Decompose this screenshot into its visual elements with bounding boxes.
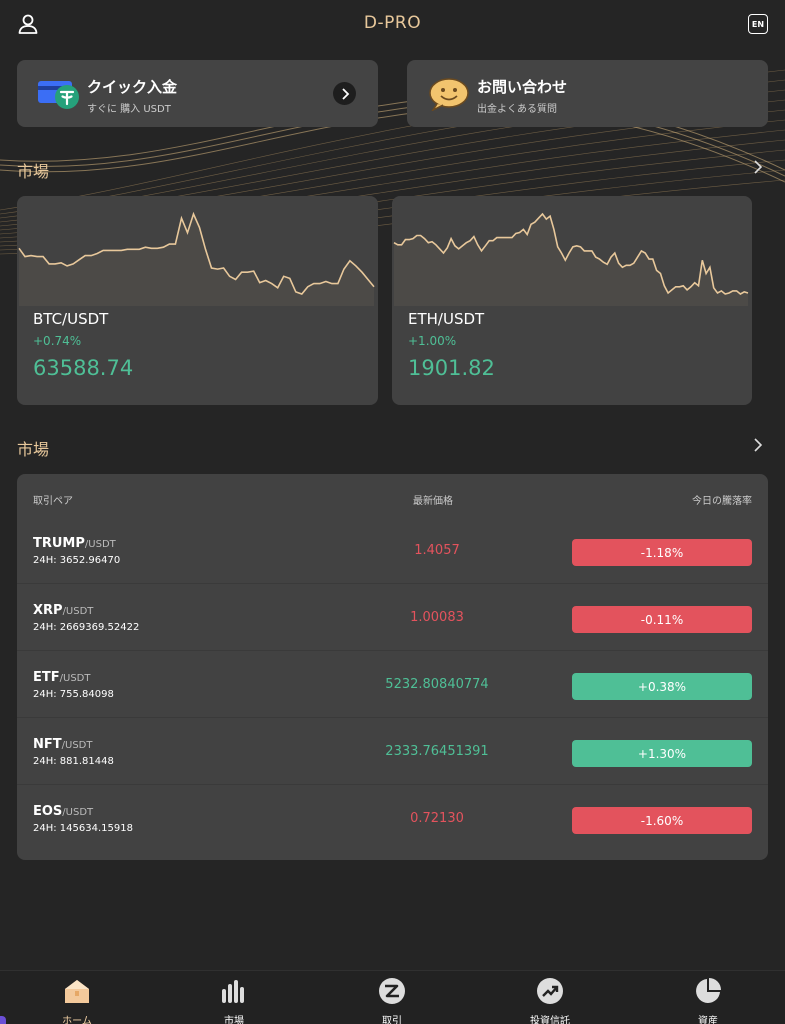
contact-subtitle: 出金よくある質問 bbox=[477, 104, 557, 115]
chat-smile-icon bbox=[429, 78, 469, 111]
trade-icon bbox=[379, 978, 405, 1004]
nav-fund[interactable]: 投資信託 bbox=[505, 977, 595, 1024]
bar-chart-icon bbox=[222, 980, 244, 1003]
change-badge: -1.60% bbox=[572, 807, 752, 834]
header-pair: 取引ペア bbox=[33, 496, 73, 507]
eth-sparkline bbox=[393, 212, 749, 306]
nav-market[interactable]: 市場 bbox=[189, 977, 279, 1024]
nav-trade[interactable]: 取引 bbox=[347, 977, 437, 1024]
nav-label: 投資信託 bbox=[530, 1016, 570, 1024]
pair-change: +0.74% bbox=[33, 334, 82, 348]
pair-name: ETH/USDT bbox=[408, 310, 485, 328]
quote-symbol: /USDT bbox=[84, 539, 116, 550]
nav-home[interactable]: ホーム bbox=[32, 977, 122, 1024]
base-symbol: TRUMP bbox=[33, 536, 85, 551]
pair-price: 1901.82 bbox=[408, 356, 495, 380]
nav-label: ホーム bbox=[62, 1016, 92, 1024]
last-price: 2333.76451391 bbox=[385, 744, 489, 759]
volume: 24H: 755.84098 bbox=[33, 689, 114, 700]
language-toggle-button[interactable]: EN bbox=[748, 14, 768, 34]
btc-sparkline bbox=[18, 211, 375, 306]
change-badge: -0.11% bbox=[572, 606, 752, 633]
quote-symbol: /USDT bbox=[62, 807, 94, 818]
market-list-title: 市場 bbox=[17, 440, 50, 459]
base-symbol: NFT bbox=[33, 737, 62, 752]
last-price: 0.72130 bbox=[410, 811, 464, 826]
chevron-right-icon[interactable] bbox=[751, 438, 765, 452]
header-change: 今日の騰落率 bbox=[692, 496, 752, 507]
quick-deposit-title: クイック入金 bbox=[87, 78, 178, 96]
pair-change: +1.00% bbox=[408, 334, 457, 348]
header-last-price: 最新価格 bbox=[413, 496, 453, 507]
pair-name: BTC/USDT bbox=[33, 310, 109, 328]
quick-deposit-card[interactable]: クイック入金 すぐに 購入 USDT bbox=[17, 60, 378, 127]
last-price: 5232.80840774 bbox=[385, 677, 489, 692]
quote-symbol: /USDT bbox=[59, 673, 91, 684]
change-badge: -1.18% bbox=[572, 539, 752, 566]
table-row[interactable]: EOS/USDT 24H: 145634.15918 0.72130 -1.60… bbox=[17, 785, 768, 852]
sparkline-area bbox=[19, 214, 374, 306]
sparkline-area bbox=[394, 214, 748, 306]
quick-deposit-subtitle: すぐに 購入 USDT bbox=[87, 104, 171, 115]
last-price: 1.00083 bbox=[410, 610, 464, 625]
table-row[interactable]: XRP/USDT 24H: 2669369.52422 1.00083 -0.1… bbox=[17, 584, 768, 651]
market-table: 取引ペア 最新価格 今日の騰落率 TRUMP/USDT 24H: 3652.96… bbox=[17, 474, 768, 860]
contact-card[interactable]: お問い合わせ 出金よくある質問 bbox=[407, 60, 768, 127]
table-row[interactable]: TRUMP/USDT 24H: 3652.96470 1.4057 -1.18% bbox=[17, 517, 768, 584]
home-icon bbox=[65, 980, 89, 1003]
bottom-navigation: ホーム 市場 取引 投資信託 資産 bbox=[0, 970, 785, 1024]
quote-symbol: /USDT bbox=[62, 606, 94, 617]
usdt-card-icon bbox=[38, 81, 79, 109]
eth-chart-card[interactable]: ETH/USDT +1.00% 1901.82 bbox=[392, 196, 752, 405]
nav-label: 資産 bbox=[698, 1016, 718, 1024]
last-price: 1.4057 bbox=[414, 543, 460, 558]
base-symbol: ETF bbox=[33, 670, 60, 685]
base-symbol: XRP bbox=[33, 603, 63, 618]
change-badge: +0.38% bbox=[572, 673, 752, 700]
purple-edge-indicator bbox=[0, 1016, 6, 1024]
nav-label: 取引 bbox=[382, 1016, 402, 1024]
change-badge: +1.30% bbox=[572, 740, 752, 767]
pair-price: 63588.74 bbox=[33, 356, 134, 380]
chevron-right-icon[interactable] bbox=[333, 82, 356, 105]
volume: 24H: 2669369.52422 bbox=[33, 622, 140, 633]
volume: 24H: 3652.96470 bbox=[33, 555, 121, 566]
contact-title: お問い合わせ bbox=[477, 78, 568, 96]
table-row[interactable]: ETF/USDT 24H: 755.84098 5232.80840774 +0… bbox=[17, 651, 768, 718]
trend-up-icon bbox=[537, 978, 563, 1004]
table-row[interactable]: NFT/USDT 24H: 881.81448 2333.76451391 +1… bbox=[17, 718, 768, 785]
nav-assets[interactable]: 資産 bbox=[663, 977, 753, 1024]
base-symbol: EOS bbox=[33, 804, 63, 819]
app-title: D-PRO bbox=[363, 13, 422, 33]
top-header: D-PRO EN bbox=[0, 0, 785, 50]
pie-chart-icon bbox=[696, 978, 721, 1003]
nav-label: 市場 bbox=[224, 1016, 244, 1024]
volume: 24H: 145634.15918 bbox=[33, 823, 133, 834]
quote-symbol: /USDT bbox=[61, 740, 93, 751]
btc-chart-card[interactable]: BTC/USDT +0.74% 63588.74 bbox=[17, 196, 378, 405]
volume: 24H: 881.81448 bbox=[33, 756, 114, 767]
chevron-right-icon[interactable] bbox=[751, 160, 765, 174]
market-section-title: 市場 bbox=[17, 162, 50, 181]
